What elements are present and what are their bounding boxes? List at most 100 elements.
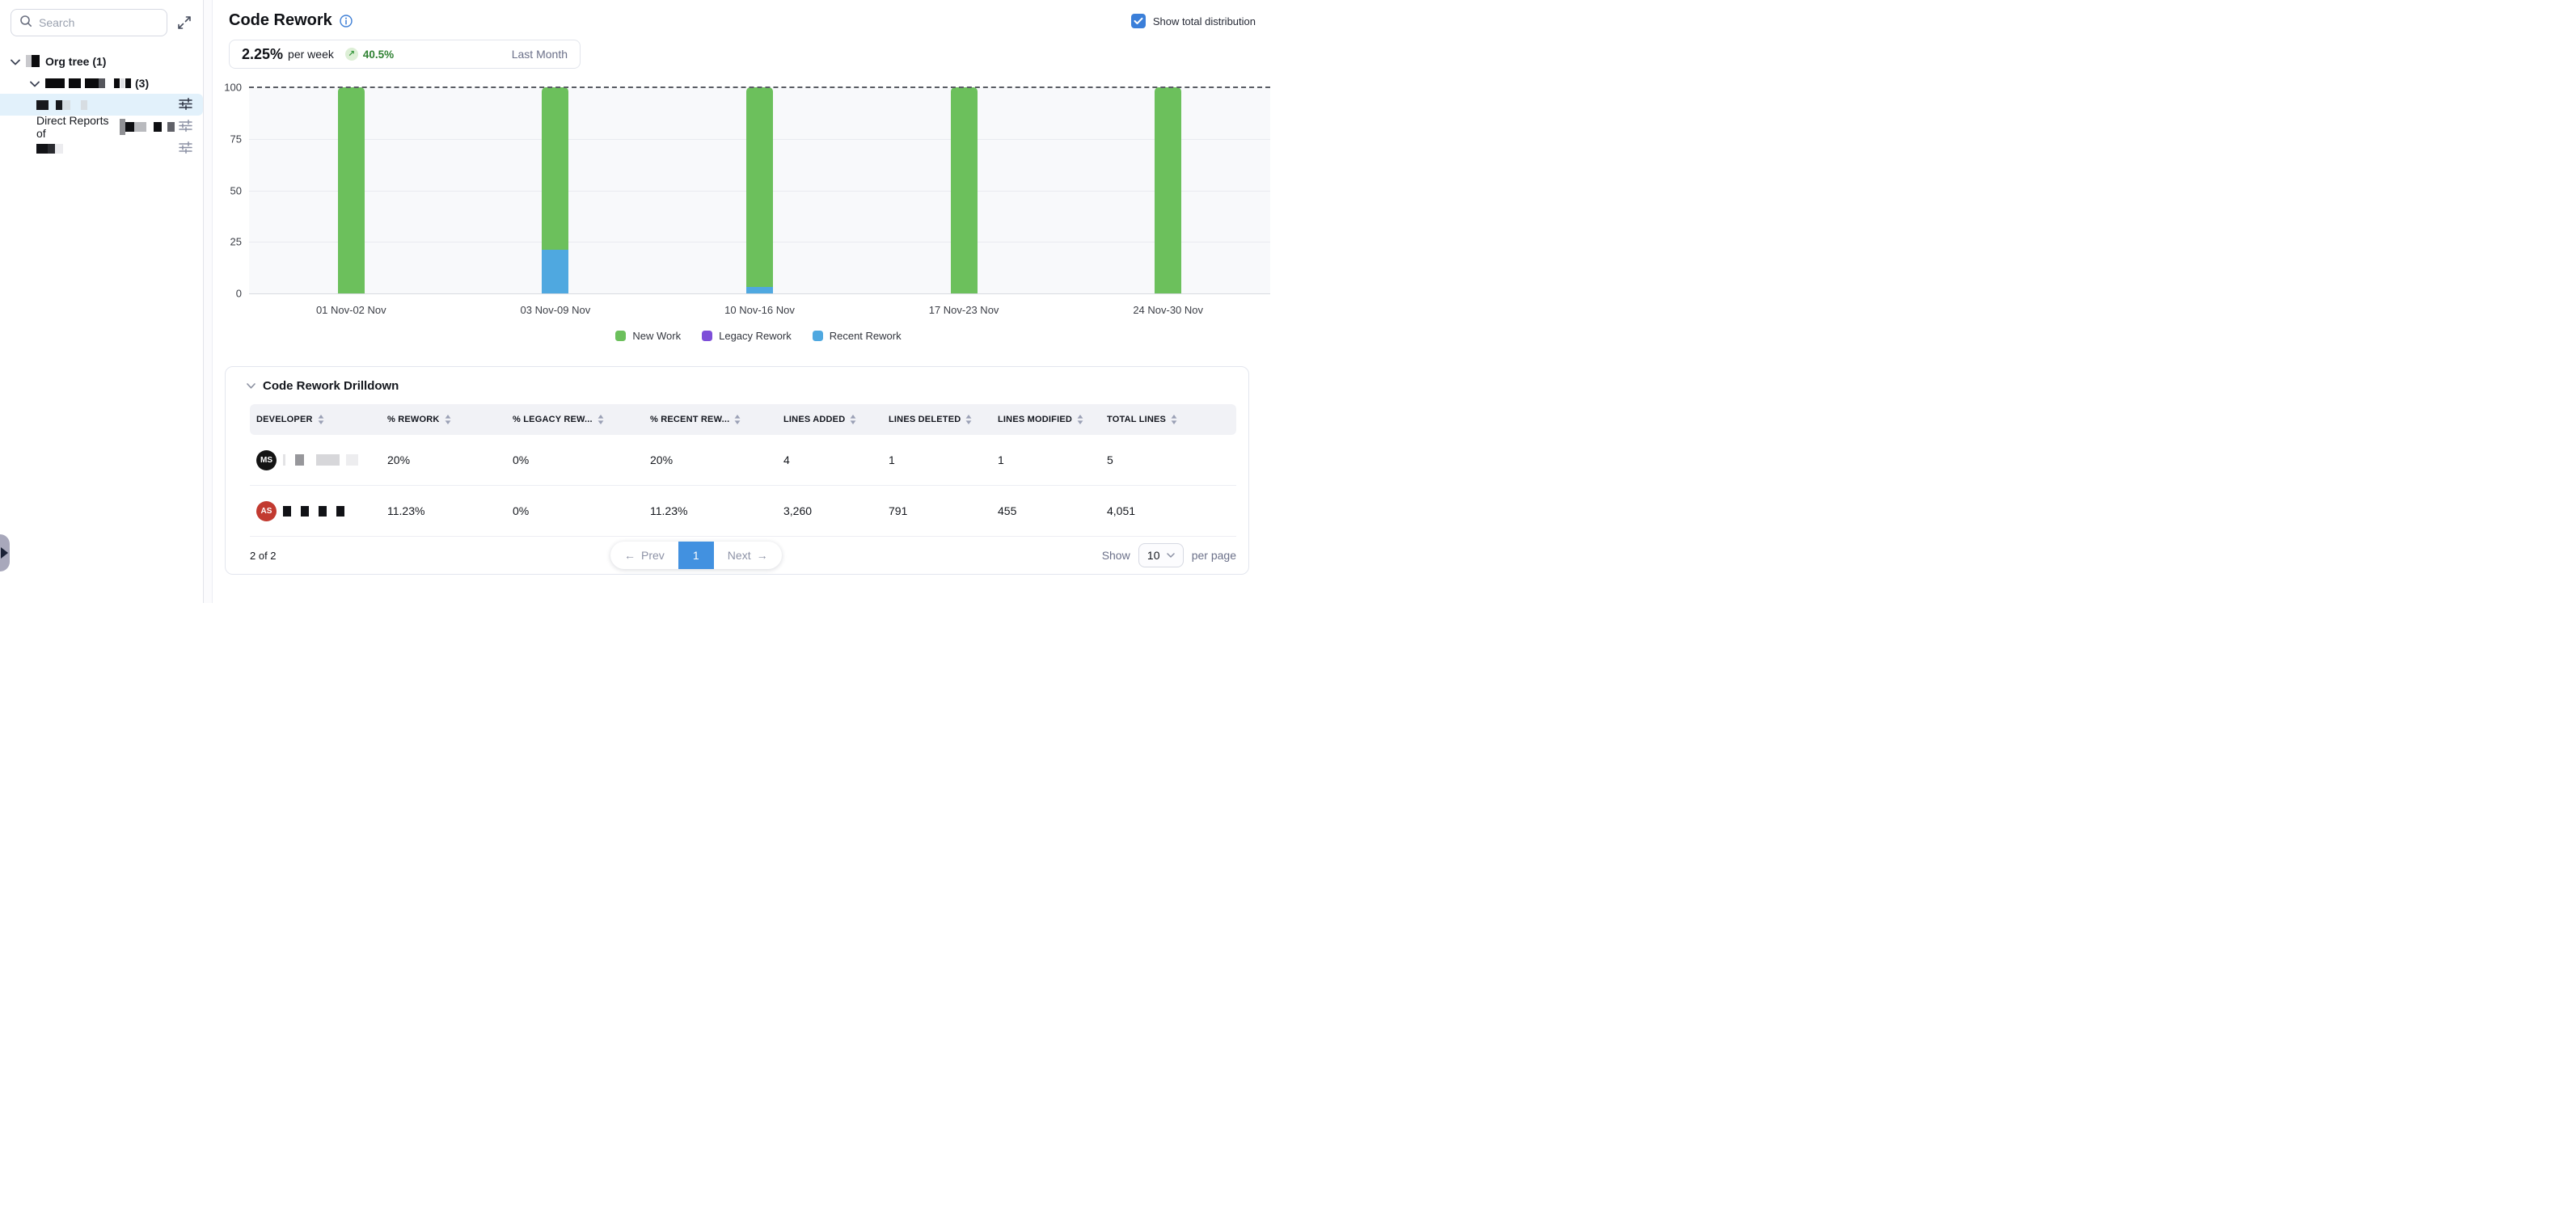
collapse-chevron-icon[interactable] [247, 383, 255, 389]
filter-sliders-icon[interactable] [179, 120, 192, 134]
bar-segment-recent-rework [542, 250, 568, 293]
x-tick: 01 Nov-02 Nov [249, 304, 454, 316]
prev-page-button[interactable]: ← Prev [610, 542, 678, 569]
code-rework-drilldown-card: Code Rework Drilldown DEVELOPER % REWORK… [225, 366, 1249, 575]
bar-01 Nov-02 Nov[interactable] [249, 87, 454, 293]
y-tick-75: 75 [230, 133, 242, 145]
drilldown-title: Code Rework Drilldown [263, 379, 399, 393]
redacted-text [81, 100, 87, 110]
legacy-rework-cell: 0% [506, 504, 644, 517]
legacy-rework-swatch-icon [702, 331, 712, 341]
legend-recent-rework[interactable]: Recent Rework [813, 330, 902, 342]
x-tick: 17 Nov-23 Nov [862, 304, 1066, 316]
org-tree-root[interactable]: Org tree (1) [0, 50, 203, 72]
sort-icon [1077, 415, 1083, 424]
stat-period: Last Month [512, 48, 568, 61]
redacted-text [36, 100, 49, 110]
redacted-text [283, 454, 285, 466]
expand-sidebar-icon[interactable] [175, 14, 193, 32]
chevron-down-icon[interactable] [30, 77, 40, 90]
checkbox-checked-icon[interactable] [1131, 14, 1146, 28]
redacted-text [125, 78, 131, 88]
redacted-text [346, 454, 358, 466]
avatar: MS [256, 450, 277, 470]
column-lines-modified[interactable]: LINES MODIFIED [991, 415, 1100, 424]
sort-icon [318, 415, 324, 424]
bar-17 Nov-23 Nov[interactable] [862, 87, 1066, 293]
org-tree-item-direct-reports[interactable]: Direct Reports of [0, 116, 203, 137]
bar-24 Nov-30 Nov[interactable] [1066, 87, 1270, 293]
show-total-distribution-label: Show total distribution [1153, 15, 1256, 27]
recent-rework-cell: 11.23% [644, 504, 777, 517]
redacted-text [295, 454, 304, 466]
lines-added-cell: 4 [777, 453, 882, 466]
total-lines-cell: 4,051 [1100, 504, 1236, 517]
redacted-text [336, 506, 344, 517]
column-lines-added[interactable]: LINES ADDED [777, 415, 882, 424]
redacted-text [85, 78, 99, 88]
lines-modified-cell: 455 [991, 504, 1100, 517]
column-rework[interactable]: % REWORK [381, 415, 506, 424]
filter-sliders-icon[interactable] [179, 98, 192, 112]
column-recent-rework[interactable]: % RECENT REW... [644, 415, 777, 424]
y-tick-50: 50 [230, 184, 242, 196]
redacted-text [48, 144, 55, 154]
arrow-right-icon: → [757, 549, 768, 562]
redacted-text [99, 78, 105, 88]
bar-segment-new-work [746, 87, 773, 287]
legend-new-work[interactable]: New Work [615, 330, 681, 342]
per-page-label: per page [1192, 549, 1236, 562]
redacted-text [301, 506, 309, 517]
bar-03 Nov-09 Nov[interactable] [454, 87, 658, 293]
trend-up-icon: ↗ [345, 48, 358, 61]
page-number-1[interactable]: 1 [678, 542, 714, 569]
show-label: Show [1102, 549, 1130, 562]
org-tree-item-selected[interactable] [0, 94, 203, 116]
lines-added-cell: 3,260 [777, 504, 882, 517]
bar-segment-recent-rework [746, 287, 773, 293]
search-input[interactable]: Search [11, 9, 167, 36]
redacted-text [154, 122, 161, 132]
bar-segment-new-work [542, 87, 568, 250]
redacted-text [45, 78, 65, 88]
x-tick: 24 Nov-30 Nov [1066, 304, 1270, 316]
recent-rework-swatch-icon [813, 331, 823, 341]
chevron-down-icon [1167, 553, 1175, 558]
sidebar-expand-handle[interactable] [0, 534, 10, 571]
total-lines-cell: 5 [1100, 453, 1236, 466]
chevron-down-icon[interactable] [11, 55, 20, 68]
sort-icon [965, 415, 972, 424]
rework-cell: 11.23% [381, 504, 506, 517]
redacted-text [69, 78, 81, 88]
table-header-row: DEVELOPER % REWORK % LEGACY REW... % REC… [250, 404, 1236, 435]
column-total-lines[interactable]: TOTAL LINES [1100, 415, 1236, 424]
table-row[interactable]: AS 11.23% 0% 11.23% 3,260 791 455 4,051 [250, 486, 1236, 537]
direct-reports-label: Direct Reports of [36, 114, 116, 140]
sort-icon [445, 415, 451, 424]
bar-segment-new-work [338, 87, 365, 293]
developer-cell[interactable]: AS [250, 501, 381, 521]
show-total-distribution-toggle[interactable]: Show total distribution [1131, 14, 1256, 28]
redacted-text [319, 506, 327, 517]
table-row[interactable]: MS 20% 0% 20% 4 1 1 5 [250, 435, 1236, 486]
rework-cell: 20% [381, 453, 506, 466]
org-tree-item[interactable] [0, 137, 203, 159]
legacy-rework-cell: 0% [506, 453, 644, 466]
info-icon[interactable] [340, 15, 353, 27]
next-page-button[interactable]: Next → [714, 542, 782, 569]
chart-plot-area: 100 75 50 25 0 [249, 87, 1270, 294]
developer-cell[interactable]: MS [250, 450, 381, 470]
column-lines-deleted[interactable]: LINES DELETED [882, 415, 991, 424]
legend-legacy-rework[interactable]: Legacy Rework [702, 330, 792, 342]
org-tree: Org tree (1) (3) [0, 50, 203, 159]
total-distribution-line [249, 86, 1270, 88]
org-tree-group[interactable]: (3) [0, 72, 203, 94]
filter-sliders-icon[interactable] [179, 141, 192, 156]
column-developer[interactable]: DEVELOPER [250, 415, 381, 424]
column-legacy-rework[interactable]: % LEGACY REW... [506, 415, 644, 424]
stat-delta: 40.5% [363, 48, 394, 61]
bar-segment-new-work [951, 87, 978, 293]
redacted-text [56, 100, 62, 110]
bar-10 Nov-16 Nov[interactable] [657, 87, 862, 293]
page-size-select[interactable]: 10 [1138, 543, 1184, 567]
